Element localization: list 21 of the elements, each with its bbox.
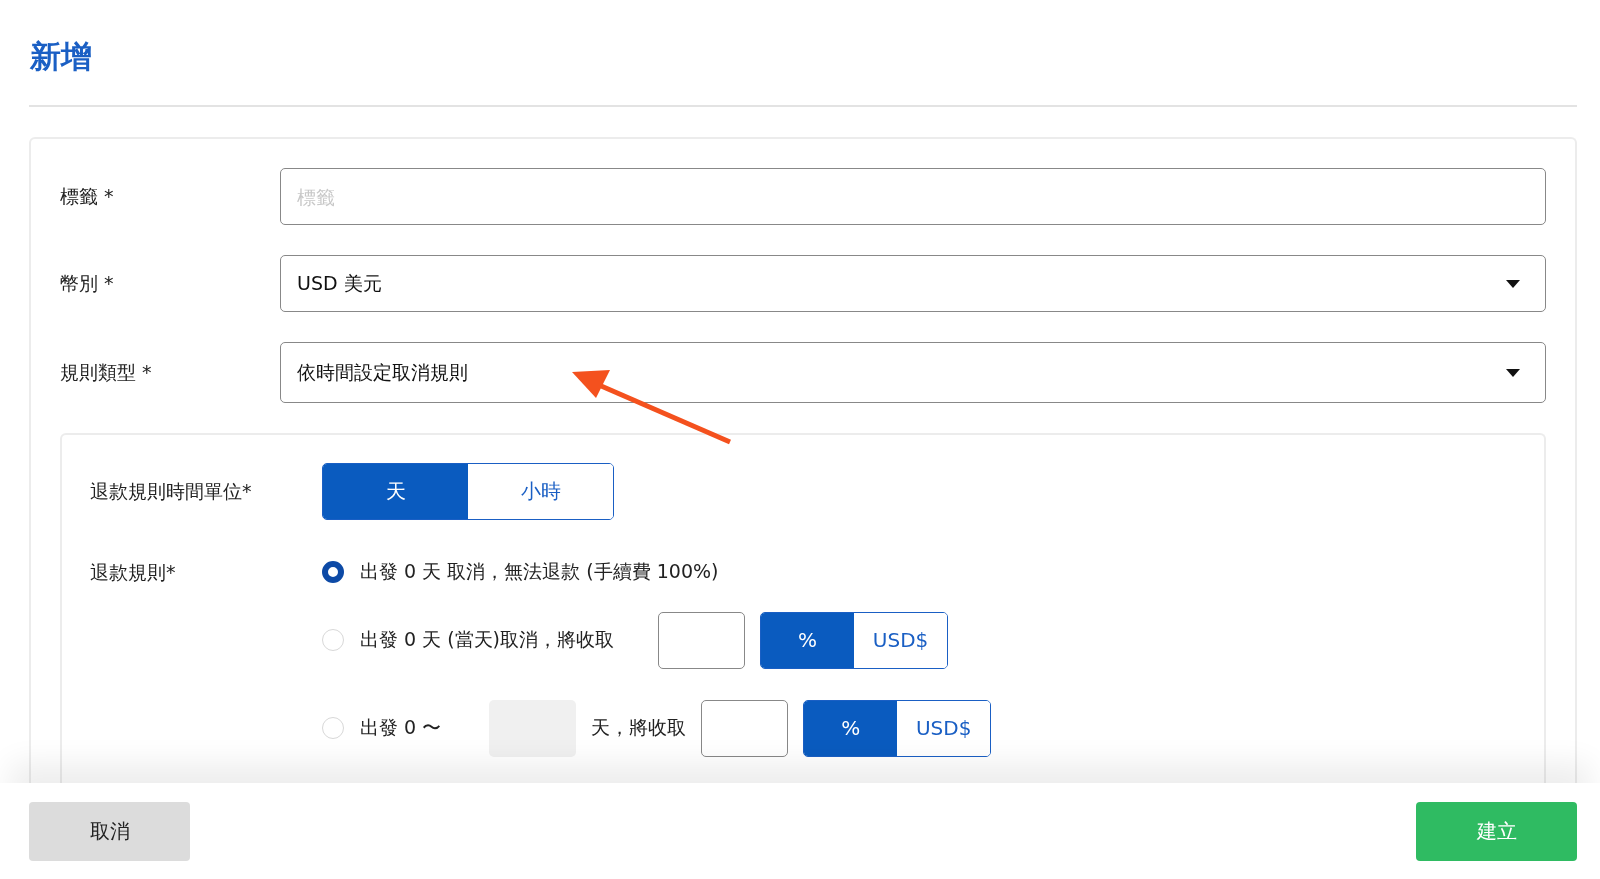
time-unit-option[interactable]: 天 (323, 464, 468, 519)
rule-text: 出發 0 天 (當天)取消，將收取 (360, 627, 615, 652)
amount-field[interactable] (658, 611, 746, 669)
caret-icon (1505, 278, 1521, 289)
select-field[interactable]: USD 美元 (280, 255, 1546, 312)
rule-text: 出發 0 〜 (360, 715, 442, 740)
unit-option[interactable]: % (761, 612, 855, 668)
radio-button[interactable] (322, 561, 344, 583)
unit-option[interactable]: % (804, 700, 898, 756)
amount-field[interactable] (701, 699, 789, 757)
rule-text: 天，將收取 (591, 715, 687, 740)
caret-icon (1505, 367, 1521, 378)
field-label: 標籤 * (60, 183, 115, 209)
field-label: 幣別 * (60, 270, 115, 296)
field-label: 退款規則* (90, 560, 177, 585)
cancel-button[interactable]: 取消 (29, 801, 190, 861)
field-label: 規則類型 * (60, 359, 153, 385)
field-label: 退款規則時間單位* (90, 478, 253, 504)
page-title: 新增 (29, 37, 93, 76)
select-field[interactable]: 依時間設定取消規則 (280, 342, 1546, 403)
rule-text: 出發 0 天 取消，無法退款 (手續費 100%) (360, 559, 719, 584)
